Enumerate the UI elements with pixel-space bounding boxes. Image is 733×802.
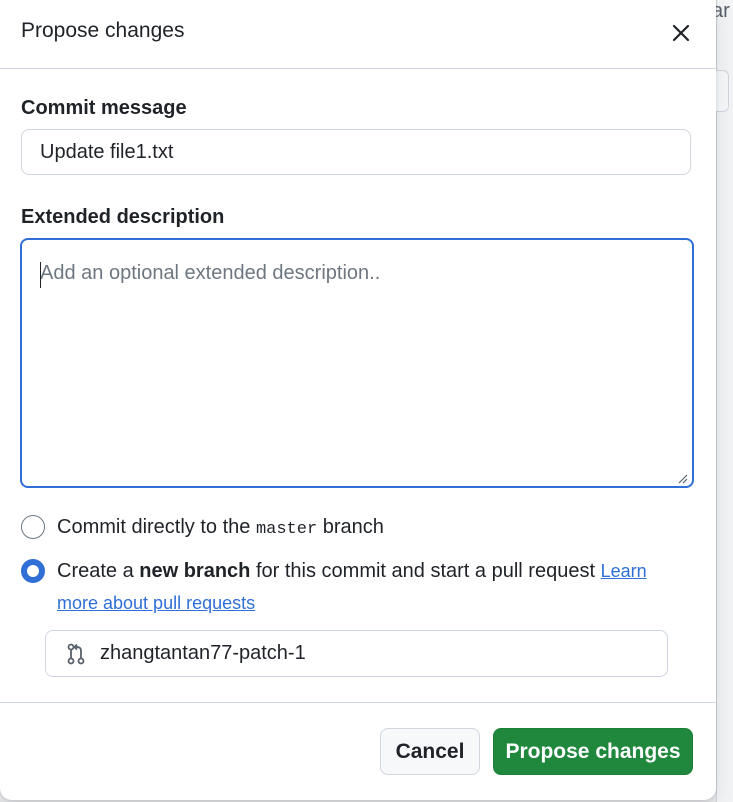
commit-direct-option[interactable]: Commit directly to the master branch xyxy=(21,515,384,546)
dialog-title: Propose changes xyxy=(21,19,185,42)
branch-name-input[interactable] xyxy=(98,641,602,666)
git-pull-request-icon xyxy=(67,643,85,664)
close-icon xyxy=(672,24,690,42)
extended-description-label: Extended description xyxy=(21,206,225,228)
branch-name-field[interactable] xyxy=(45,630,668,677)
close-button[interactable] xyxy=(666,18,696,48)
new-branch-label: Create a new branch for this commit and … xyxy=(57,560,647,613)
dialog-footer: Cancel Propose changes xyxy=(0,702,716,800)
resize-handle-icon[interactable] xyxy=(676,472,688,484)
branch-name-code: master xyxy=(255,520,318,539)
commit-direct-label: Commit directly to the master branch xyxy=(57,516,384,539)
new-branch-option[interactable]: Create a new branch for this commit and … xyxy=(21,559,681,619)
commit-message-label: Commit message xyxy=(21,97,187,119)
commit-message-input[interactable] xyxy=(21,129,691,175)
background-panel xyxy=(716,0,733,802)
extended-description-textarea[interactable] xyxy=(20,238,694,488)
cancel-button[interactable]: Cancel xyxy=(380,728,480,775)
dialog-header: Propose changes xyxy=(0,0,716,69)
text-caret xyxy=(40,262,41,288)
commit-direct-radio[interactable] xyxy=(21,515,45,539)
background-field xyxy=(716,70,729,112)
propose-changes-dialog: Propose changes Commit message Extended … xyxy=(0,0,716,800)
propose-changes-button[interactable]: Propose changes xyxy=(493,728,693,775)
new-branch-radio[interactable] xyxy=(21,559,45,583)
